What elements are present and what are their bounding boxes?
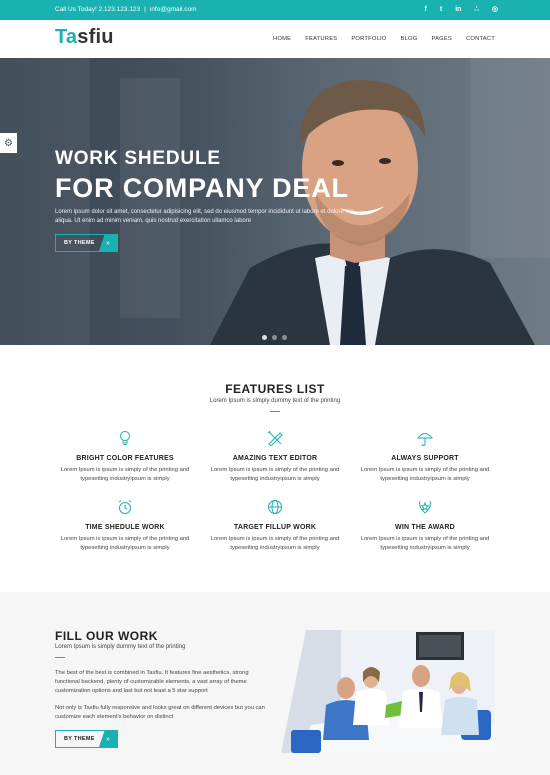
- slider-dot-1[interactable]: [262, 335, 267, 340]
- logo-accent: Ta: [55, 26, 78, 48]
- feature-text: Lorem Ipsum is ipsum is simply of the pr…: [360, 536, 490, 551]
- hero-text: Lorem ipsum dolor sit amet, consectetur …: [55, 209, 354, 224]
- title-divider: [270, 411, 280, 412]
- contact-info: Call Us Today! 2.123.123.123 | info@gmail.…: [55, 0, 197, 20]
- arrow-right-icon: »: [99, 235, 117, 251]
- features-section: FEATURES LIST Lorem Ipsum is simply dumm…: [0, 345, 550, 592]
- feature-title: AMAZING TEXT EDITOR: [232, 455, 318, 462]
- feature-item: WIN THE AWARD Lorem Ipsum is ipsum is si…: [350, 499, 500, 553]
- logo-rest: sfiu: [77, 26, 114, 48]
- feature-item: TIME SHEDULE WORK Lorem Ipsum is ipsum i…: [50, 499, 200, 553]
- features-subtitle: Lorem Ipsum is simply dummy text of the …: [209, 398, 341, 404]
- feature-title: TIME SHEDULE WORK: [85, 524, 165, 531]
- facebook-icon[interactable]: f: [425, 0, 427, 20]
- nav-item-home[interactable]: HOME: [273, 36, 291, 42]
- umbrella-icon: [416, 433, 434, 447]
- feature-title: ALWAYS SUPPORT: [391, 455, 459, 462]
- linkedin-icon[interactable]: in: [455, 0, 461, 20]
- slider-dot-3[interactable]: [282, 335, 287, 340]
- slider-dot-2[interactable]: [272, 335, 277, 340]
- feature-text: Lorem Ipsum is ipsum is simply of the pr…: [60, 467, 190, 482]
- pencil-ruler-icon: [267, 430, 283, 447]
- rss-icon[interactable]: ∴: [474, 0, 478, 20]
- nav-item-features[interactable]: FEATURES: [305, 36, 337, 42]
- logo[interactable]: Tasfiu: [55, 26, 114, 49]
- slider-dots: [262, 335, 287, 340]
- feature-item: TARGET FILLUP WORK Lorem Ipsum is ipsum …: [200, 499, 350, 553]
- settings-gear-icon[interactable]: ⚙: [0, 133, 17, 153]
- social-links: f t in ∴ ◎: [425, 0, 499, 20]
- work-section: FILL OUR WORK Lorem Ipsum is simply dumm…: [0, 592, 550, 775]
- hero-by-theme-button[interactable]: BY THEME »: [55, 234, 118, 252]
- feature-item: BRIGHT COLOR FEATURES Lorem Ipsum is ips…: [50, 430, 200, 484]
- dribbble-icon[interactable]: ◎: [492, 0, 498, 20]
- alarm-clock-icon: [118, 500, 132, 514]
- main-nav: HOME FEATURES PORTFOLIO BLOG PAGES CONTA…: [259, 20, 495, 58]
- hero-title: FOR COMPANY DEAL: [55, 173, 349, 203]
- work-title: FILL OUR WORK: [55, 629, 158, 643]
- feature-text: Lorem Ipsum is ipsum is simply of the pr…: [360, 467, 490, 482]
- work-paragraph-1: The best of the best is combined in Tasf…: [55, 670, 249, 694]
- nav-item-contact[interactable]: CONTACT: [466, 36, 495, 42]
- arrow-right-icon: »: [99, 731, 117, 747]
- globe-icon: [268, 500, 282, 514]
- feature-title: WIN THE AWARD: [395, 524, 455, 531]
- email-link[interactable]: info@gmail.com: [150, 6, 197, 13]
- feature-item: AMAZING TEXT EDITOR Lorem Ipsum is ipsum…: [200, 430, 350, 484]
- features-title: FEATURES LIST: [225, 382, 325, 396]
- work-by-theme-button[interactable]: BY THEME »: [55, 730, 118, 748]
- nav-item-portfolio[interactable]: PORTFOLIO: [351, 36, 386, 42]
- contact-separator: |: [144, 6, 146, 13]
- site-header: Tasfiu HOME FEATURES PORTFOLIO BLOG PAGE…: [0, 20, 550, 58]
- work-subtitle: Lorem Ipsum is simply dummy text of the …: [55, 644, 186, 650]
- feature-text: Lorem Ipsum is ipsum is simply of the pr…: [210, 536, 340, 551]
- hero-subtitle: WORK SHEDULE: [55, 148, 221, 169]
- top-bar: Call Us Today! 2.123.123.123 | info@gmail.…: [0, 0, 550, 20]
- feature-item: ALWAYS SUPPORT Lorem Ipsum is ipsum is s…: [350, 430, 500, 484]
- nav-item-pages[interactable]: PAGES: [431, 36, 452, 42]
- phone-text: Call Us Today! 2.123.123.123: [55, 6, 141, 13]
- button-label: BY THEME: [64, 736, 95, 742]
- button-label: BY THEME: [64, 240, 95, 246]
- feature-text: Lorem Ipsum is ipsum is simply of the pr…: [60, 536, 190, 551]
- feature-title: BRIGHT COLOR FEATURES: [76, 455, 174, 462]
- office-meeting-image: [281, 630, 495, 753]
- twitter-icon[interactable]: t: [440, 0, 442, 20]
- title-divider: [55, 657, 65, 658]
- feature-text: Lorem Ipsum is ipsum is simply of the pr…: [210, 467, 340, 482]
- lightbulb-icon: [120, 431, 130, 445]
- nav-item-blog[interactable]: BLOG: [401, 36, 418, 42]
- hero-slider: ⚙ WORK SHEDULE FOR COMPANY DEAL Lorem ip…: [0, 58, 550, 345]
- work-paragraph-2: Not only is Tasfiu fully responsive and …: [55, 705, 265, 720]
- feature-title: TARGET FILLUP WORK: [233, 524, 317, 531]
- award-icon: [419, 500, 431, 514]
